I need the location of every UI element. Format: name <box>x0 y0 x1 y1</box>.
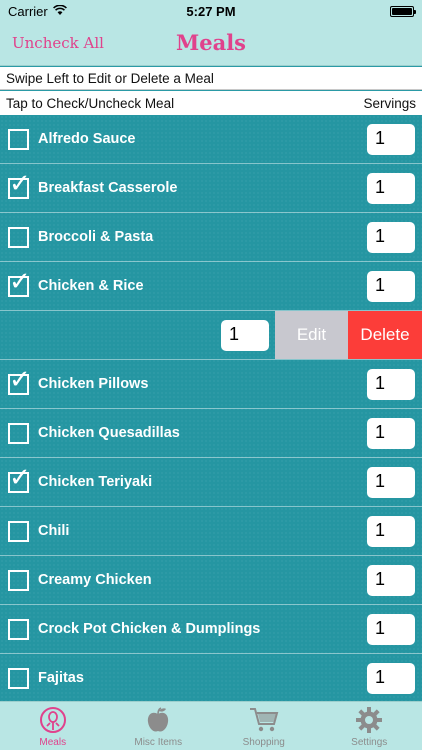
meal-name: Fajitas <box>38 670 84 686</box>
uncheck-all-button[interactable]: Uncheck All <box>12 34 104 52</box>
tap-hint: Tap to Check/Uncheck Meal <box>6 96 175 111</box>
meal-name: Chicken Pillows <box>38 376 149 392</box>
servings-field[interactable]: 1 <box>367 270 415 302</box>
meal-checkbox[interactable] <box>8 520 29 542</box>
tab-label: Meals <box>39 737 67 748</box>
swiped-meal-row[interactable]: 1 Edit Delete <box>0 311 422 360</box>
meal-name: Chili <box>38 523 70 539</box>
servings-field[interactable]: 1 <box>367 221 415 253</box>
carrier-label: Carrier <box>8 3 48 19</box>
servings-field[interactable]: 1 <box>367 368 415 400</box>
servings-field[interactable]: 1 <box>221 319 269 351</box>
meal-row[interactable]: Chicken Quesadillas 1 <box>0 409 422 458</box>
battery-fill <box>392 7 412 15</box>
checkmark-icon: ✓ <box>9 364 31 395</box>
meal-checkbox[interactable] <box>8 618 29 640</box>
servings-field[interactable]: 1 <box>367 613 415 645</box>
meal-checkbox[interactable] <box>8 667 29 689</box>
servings-header: Servings <box>363 96 416 111</box>
meal-row[interactable]: Crock Pot Chicken & Dumplings 1 <box>0 605 422 654</box>
meal-row[interactable]: ✓ Chicken Pillows 1 <box>0 360 422 409</box>
tab-label: Settings <box>351 737 388 748</box>
tab-misc-items[interactable]: Misc Items <box>106 702 212 750</box>
battery-icon <box>390 5 416 17</box>
servings-field[interactable]: 1 <box>367 466 415 498</box>
meal-checkbox[interactable] <box>8 569 29 591</box>
servings-field[interactable]: 1 <box>367 515 415 547</box>
edit-button[interactable]: Edit <box>275 311 348 359</box>
servings-field[interactable]: 1 <box>367 564 415 596</box>
meal-row[interactable]: ✓ Breakfast Casserole 1 <box>0 164 422 213</box>
meal-checkbox[interactable]: ✓ <box>8 367 31 395</box>
meal-row[interactable]: Chili 1 <box>0 507 422 556</box>
status-bar: Carrier 5:27 PM <box>0 0 422 22</box>
status-left: Carrier <box>8 4 67 19</box>
meal-row[interactable]: Fajitas 1 <box>0 654 422 701</box>
tab-label: Misc Items <box>134 737 183 748</box>
meal-name: Broccoli & Pasta <box>38 229 154 245</box>
meal-name: Chicken Teriyaki <box>38 474 153 490</box>
cart-icon <box>249 705 279 735</box>
meal-name: Chicken Quesadillas <box>38 425 180 441</box>
navigation-bar: Uncheck All Meals <box>0 22 422 66</box>
wifi-icon <box>52 4 67 19</box>
meal-name: Chicken & Rice <box>38 278 144 294</box>
meal-checkbox[interactable] <box>8 422 29 444</box>
meal-row[interactable]: ✓ Chicken & Rice 1 <box>0 262 422 311</box>
delete-button[interactable]: Delete <box>348 311 422 359</box>
meal-row[interactable]: Broccoli & Pasta 1 <box>0 213 422 262</box>
meal-row[interactable]: ✓ Chicken Teriyaki 1 <box>0 458 422 507</box>
meal-name: Crock Pot Chicken & Dumplings <box>38 621 261 637</box>
meal-checkbox[interactable]: ✓ <box>8 269 31 297</box>
servings-field[interactable]: 1 <box>367 123 415 155</box>
servings-field[interactable]: 1 <box>367 662 415 694</box>
checkmark-icon: ✓ <box>9 266 31 297</box>
tab-settings[interactable]: Settings <box>317 702 422 750</box>
apple-icon <box>143 705 173 735</box>
meal-name: Breakfast Casserole <box>38 180 178 196</box>
meal-checkbox[interactable] <box>8 226 29 248</box>
meal-name: Alfredo Sauce <box>38 131 136 147</box>
checkmark-icon: ✓ <box>9 168 31 199</box>
servings-field[interactable]: 1 <box>367 172 415 204</box>
servings-field[interactable]: 1 <box>367 417 415 449</box>
tab-bar: Meals Misc Items Shopping Settings <box>0 701 422 750</box>
checkmark-icon: ✓ <box>9 462 31 493</box>
tab-shopping[interactable]: Shopping <box>211 702 317 750</box>
meal-checkbox[interactable]: ✓ <box>8 171 31 199</box>
meal-checkbox[interactable] <box>8 128 29 150</box>
meal-name: Creamy Chicken <box>38 572 152 588</box>
list-header: Tap to Check/Uncheck Meal Servings <box>0 91 422 115</box>
swipe-hint: Swipe Left to Edit or Delete a Meal <box>0 67 422 90</box>
tab-meals[interactable]: Meals <box>0 702 106 750</box>
meals-icon <box>38 705 68 735</box>
meal-checkbox[interactable]: ✓ <box>8 465 31 493</box>
meal-row[interactable]: Alfredo Sauce 1 <box>0 115 422 164</box>
gear-icon <box>354 705 384 735</box>
tab-label: Shopping <box>242 737 285 748</box>
meal-list[interactable]: Alfredo Sauce 1 ✓ Breakfast Casserole 1 Brocc… <box>0 115 422 701</box>
meal-row[interactable]: Creamy Chicken 1 <box>0 556 422 605</box>
